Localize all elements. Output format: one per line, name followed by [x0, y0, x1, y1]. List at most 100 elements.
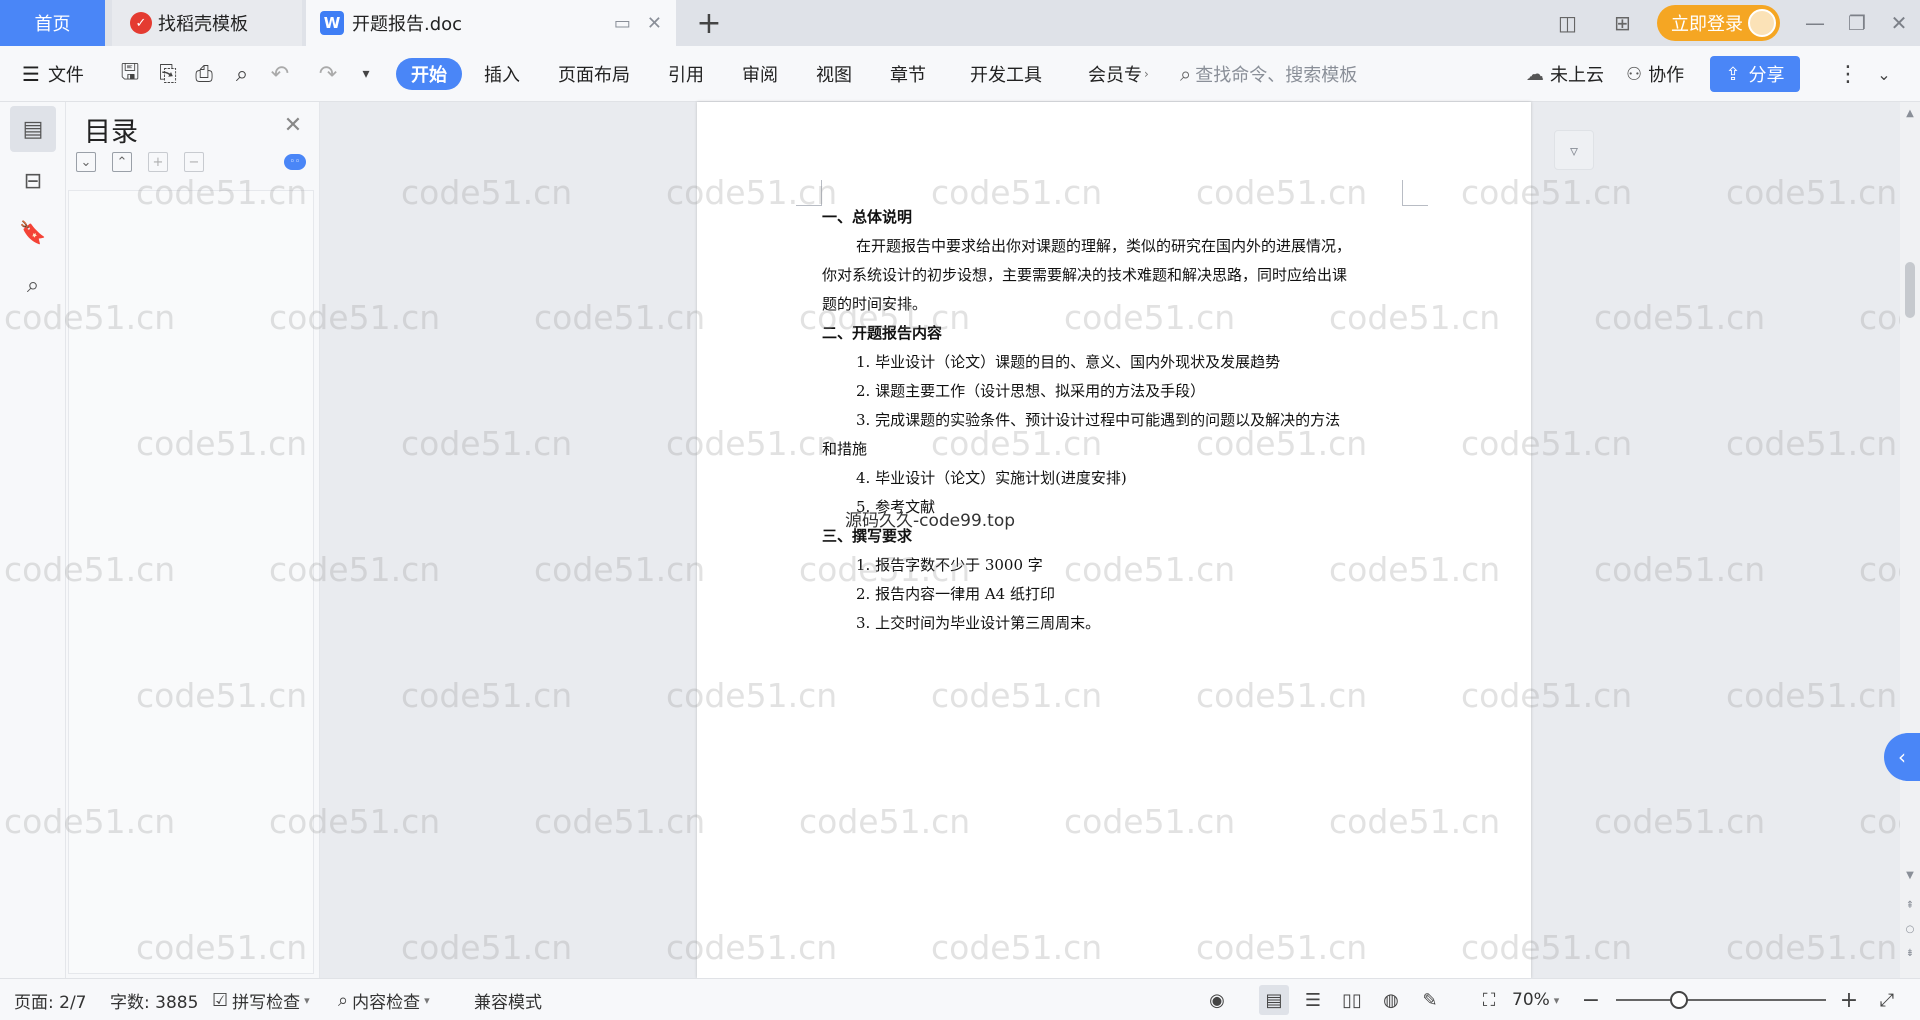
zoom-slider-thumb[interactable] — [1670, 991, 1688, 1009]
scroll-up-icon[interactable]: ▲ — [1903, 106, 1917, 120]
navigation-icon[interactable]: ⊟ — [10, 158, 56, 204]
status-bar: 页面: 2/7 字数: 3885 ☑ 拼写检查 ▾ ⌕ 内容检查 ▾ 兼容模式 … — [0, 978, 1920, 1020]
doc-list-item: 2. 课题主要工作（设计思想、拟采用的方法及手段） — [856, 382, 1206, 400]
collab-label: 协作 — [1648, 65, 1685, 86]
cloud-status-button[interactable]: ☁ 未上云 — [1526, 46, 1604, 102]
eye-protection-icon[interactable]: ◉ — [1202, 985, 1232, 1015]
tab-developer[interactable]: 开发工具 — [970, 46, 1042, 102]
undo-icon[interactable]: ↶ — [266, 60, 294, 88]
doc-heading: 二、开题报告内容 — [822, 324, 943, 342]
fit-page-icon[interactable]: ⛶ — [1474, 985, 1504, 1015]
outline-view-icon[interactable]: ☰ — [1298, 985, 1328, 1015]
tab-document[interactable]: W 开题报告.doc ▭ ✕ — [306, 0, 676, 46]
restore-icon[interactable]: ❐ — [1836, 0, 1878, 46]
more-quick-icon[interactable]: ▾ — [352, 60, 380, 88]
fullscreen-icon[interactable]: ⤢ — [1872, 985, 1902, 1015]
command-search[interactable]: ⌕ 查找命令、搜索模板 — [1180, 46, 1357, 102]
page-indicator[interactable]: 页面: 2/7 — [14, 979, 87, 1020]
zoom-level-label: 70% — [1512, 990, 1550, 1010]
redo-icon[interactable]: ↷ — [314, 60, 342, 88]
collab-button[interactable]: ⚇ 协作 — [1626, 46, 1684, 102]
reading-view-icon[interactable]: ▯▯ — [1337, 985, 1367, 1015]
collapse-ribbon-icon[interactable]: ⌄ — [1870, 60, 1898, 88]
find-icon[interactable]: ⌕ — [10, 262, 56, 308]
document-page[interactable]: 一、总体说明 在开题报告中要求给出你对课题的理解，类似的研究在国内外的进展情况，… — [697, 102, 1531, 978]
print-preview-icon[interactable]: ⌕ — [228, 60, 256, 88]
collapse-all-icon[interactable]: ⌃ — [112, 152, 132, 172]
compat-mode: 兼容模式 — [474, 979, 542, 1020]
tab-review[interactable]: 审阅 — [742, 46, 778, 102]
screen-cast-icon[interactable]: ▭ — [614, 13, 631, 34]
next-page-icon[interactable]: ⇟ — [1903, 946, 1917, 960]
tab-sections-label: 章节 — [890, 65, 926, 86]
page-options-icon[interactable]: ▿ — [1554, 130, 1594, 170]
expand-all-icon[interactable]: ⌄ — [76, 152, 96, 172]
spell-check-button[interactable]: ☑ 拼写检查 ▾ — [212, 979, 310, 1020]
tab-references-label: 引用 — [668, 65, 704, 86]
word-count[interactable]: 字数: 3885 — [110, 979, 198, 1020]
tab-bar: 首页 ✓ 找稻壳模板 W 开题报告.doc ▭ ✕ + ◫ ⊞ 立即登录 — ❐… — [0, 0, 1920, 46]
margin-corner-tl — [796, 180, 822, 206]
minimize-icon[interactable]: — — [1794, 0, 1836, 46]
doc-list-item: 1. 毕业设计（论文）课题的目的、意义、国内外现状及发展趋势 — [856, 353, 1281, 371]
file-menu[interactable]: ☰ 文件 — [22, 46, 84, 102]
tab-layout[interactable]: 页面布局 — [558, 46, 630, 102]
caret-down-icon: ▾ — [424, 993, 430, 1007]
inspect-icon: ⌕ — [338, 989, 349, 1011]
close-panel-icon[interactable]: ✕ — [280, 112, 306, 138]
tab-view[interactable]: 视图 — [816, 46, 852, 102]
tab-view-label: 视图 — [816, 65, 852, 86]
tab-home[interactable]: 首页 — [0, 0, 105, 46]
tab-sections[interactable]: 章节 — [890, 46, 926, 102]
word-count-label: 字数: 3885 — [110, 992, 199, 1013]
tab-start[interactable]: 开始 — [396, 58, 462, 90]
vertical-scrollbar[interactable]: ▲ ▼ ⇞ ○ ⇟ — [1900, 102, 1920, 978]
close-window-icon[interactable]: ✕ — [1878, 0, 1920, 46]
save-icon[interactable]: 🖫 — [116, 60, 144, 88]
toc-panel-icon[interactable]: ▤ — [10, 106, 56, 152]
zoom-level[interactable]: 70% ▾ — [1512, 979, 1559, 1020]
scroll-thumb[interactable] — [1905, 262, 1915, 318]
reading-layout-icon[interactable]: ◫ — [1558, 0, 1577, 46]
prev-page-icon[interactable]: ⇞ — [1903, 898, 1917, 912]
page-view-icon[interactable]: ▤ — [1259, 985, 1289, 1015]
doc-heading: 一、总体说明 — [822, 208, 913, 226]
tab-templates-label: 找稻壳模板 — [158, 14, 248, 35]
tab-references[interactable]: 引用 — [668, 46, 704, 102]
content-check-button[interactable]: ⌕ 内容检查 ▾ — [338, 979, 430, 1020]
promote-level-icon[interactable]: + — [148, 152, 168, 172]
zoom-in-icon[interactable]: + — [1834, 985, 1864, 1015]
web-view-icon[interactable]: ◍ — [1376, 985, 1406, 1015]
print-icon[interactable]: ⎙ — [190, 60, 218, 88]
write-mode-icon[interactable]: ✎ — [1415, 985, 1445, 1015]
tab-templates[interactable]: ✓ 找稻壳模板 — [112, 0, 302, 46]
caret-down-icon: ▾ — [304, 993, 310, 1007]
tab-insert-label: 插入 — [484, 65, 520, 86]
demote-level-icon[interactable]: − — [184, 152, 204, 172]
app-grid-icon[interactable]: ⊞ — [1614, 0, 1631, 46]
share-button[interactable]: ⇪ 分享 — [1710, 56, 1800, 92]
toc-panel: 目录 ✕ ⌄ ⌃ + − ◦◦ — [66, 102, 320, 978]
tab-document-label: 开题报告.doc — [352, 14, 463, 35]
file-menu-label: 文件 — [47, 65, 84, 86]
scroll-right-icon[interactable]: › — [1144, 67, 1149, 81]
close-tab-icon[interactable]: ✕ — [647, 13, 662, 34]
checkbox-icon: ☑ — [212, 989, 229, 1011]
cloud-status-label: 未上云 — [1550, 65, 1604, 86]
smart-toc-toggle[interactable]: ◦◦ — [284, 154, 306, 170]
export-pdf-icon[interactable]: ⎘ — [154, 60, 182, 88]
zoom-slider[interactable] — [1616, 999, 1826, 1001]
tab-member[interactable]: 会员专 › — [1088, 46, 1149, 102]
content-check-label: 内容检查 — [352, 992, 421, 1013]
doc-list-item: 1. 报告字数不少于 3000 字 — [856, 556, 1043, 574]
tab-insert[interactable]: 插入 — [484, 46, 520, 102]
more-options-icon[interactable]: ⋮ — [1834, 60, 1862, 88]
zoom-out-icon[interactable]: − — [1576, 985, 1606, 1015]
new-tab-button[interactable]: + — [692, 6, 726, 41]
scroll-down-icon[interactable]: ▼ — [1903, 868, 1917, 882]
bookmark-icon[interactable]: 🔖 — [10, 210, 56, 256]
login-button[interactable]: 立即登录 — [1657, 5, 1780, 41]
user-plus-icon: ⚇ — [1626, 63, 1643, 85]
docer-logo-icon: ✓ — [130, 12, 152, 34]
page-select-icon[interactable]: ○ — [1903, 922, 1917, 936]
